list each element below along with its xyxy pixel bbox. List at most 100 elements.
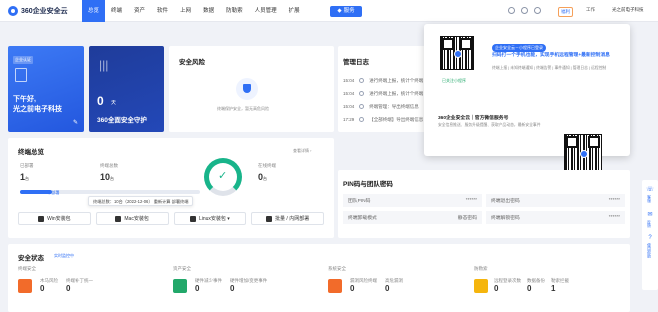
edit-icon[interactable]: ✎ — [73, 119, 78, 126]
log-dot-icon — [359, 104, 365, 109]
log-title: 管理日志 — [343, 59, 369, 66]
log-text: 进行终端上报，统计个终端 — [369, 90, 424, 96]
status-card: 安全状态 实时监控中 终端安全 木马风险 0 终端补丁统一 0 资产安全 硬件减少事… — [8, 244, 630, 312]
protect-days: 0 — [97, 94, 104, 108]
bell-icon[interactable] — [521, 7, 528, 14]
nav-item-software[interactable]: 软件 — [151, 0, 174, 22]
risk-status: 终端保护安全，暂无高危风险 — [217, 106, 269, 111]
pin-value[interactable]: ****** — [466, 198, 477, 203]
log-dot-icon — [359, 91, 365, 96]
nav-item-internet[interactable]: 上网 — [174, 0, 197, 22]
check-icon: ✓ — [218, 170, 228, 182]
nav-item-terminal[interactable]: 终端 — [105, 0, 128, 22]
nav-item-ransomware[interactable]: 防勒索 — [220, 0, 249, 22]
greeting-line1: 下午好, — [13, 96, 36, 103]
pin-row: 终端退出密码 ****** — [486, 194, 625, 207]
logo-text: 360企业安全云 — [21, 8, 68, 15]
toolbar-icons — [508, 7, 541, 14]
help-button[interactable]: ? 使用帮助 — [645, 235, 655, 258]
nav-item-extend[interactable]: 扩展 — [283, 0, 306, 22]
terminal-title: 终端总览 — [18, 149, 44, 156]
service-button[interactable]: ◆ 服务 — [330, 6, 362, 17]
pin-label: 终端退出密码 — [491, 199, 520, 204]
protect-unit: 天 — [111, 100, 117, 106]
status-group-terminal: 终端安全 木马风险 0 终端补丁统一 0 — [18, 266, 166, 293]
qr-popup: 企业安全云－小程序已登录 扫码打一个手机也能，实现手机远程管理+最新控制消息 终… — [424, 24, 630, 172]
side-label: 使用帮助 — [647, 243, 652, 259]
stat-unit: 台 — [25, 176, 30, 181]
greeting-card: 企业认证 下午好, 光之前电子科技 ✎ — [8, 46, 84, 132]
pin-value[interactable]: ****** — [609, 215, 620, 220]
welfare-badge[interactable]: 福利 — [558, 7, 573, 17]
pin-row: 终端解锁密码 ****** — [486, 211, 625, 224]
feedback-icon: ✉ — [647, 211, 653, 218]
item-value[interactable]: 1 — [551, 284, 569, 293]
qr2-desc: 安全信息推送、服务升级提醒、获取产品动态，最新安全事件 — [438, 123, 541, 127]
pin-title: PIN码与团队密码 — [343, 181, 393, 188]
installer-buttons: Win安装包 Mac安装包 Linux安装包 ▾ 批量 / 内网部署 — [18, 212, 324, 225]
item-value[interactable]: 0 — [66, 284, 93, 293]
stat-unit: 台 — [110, 176, 115, 181]
qr1-title: 扫码打一个手机也能，实现手机远程管理+最新控制消息 — [492, 53, 610, 58]
windows-icon — [38, 215, 45, 222]
qr1-tag: 企业安全云－小程序已登录 — [492, 44, 546, 52]
main-nav: 总览 终端 资产 软件 上网 数据 防勒索 人员管理 扩展 — [82, 0, 306, 22]
log-time: 17:29 — [343, 117, 355, 122]
win-installer-button[interactable]: Win安装包 — [18, 212, 91, 225]
nav-item-assets[interactable]: 资产 — [128, 0, 151, 22]
shield-ring — [236, 78, 258, 100]
linux-icon — [189, 215, 196, 222]
item-value[interactable]: 0 — [40, 284, 58, 293]
stat-label: 已部署 — [20, 163, 34, 168]
total-tooltip: 终端总数：10台（2022-12-06） 重新计算 部署终端 — [88, 196, 194, 206]
status-group-system: 系统安全 漏洞风险终端 0 高危漏洞 0 — [328, 266, 468, 293]
search-icon[interactable] — [508, 7, 515, 14]
log-time: 15:04 — [343, 78, 355, 83]
mac-installer-button[interactable]: Mac安装包 — [95, 212, 169, 225]
button-label: 批量 / 内网部署 — [275, 216, 310, 222]
settings-icon[interactable] — [534, 7, 541, 14]
group-name: 系统安全 — [328, 266, 346, 271]
app-logo[interactable]: 360企业安全云 — [8, 6, 68, 16]
nav-item-data[interactable]: 数据 — [197, 0, 220, 22]
item-value[interactable]: 0 — [527, 284, 545, 293]
soundwave-icon: ||| — [99, 58, 109, 72]
shield-icon — [243, 84, 251, 93]
service-icon: ◆ — [337, 8, 342, 14]
support-button[interactable]: ☏ 客服 — [645, 186, 655, 203]
pin-card: PIN码与团队密码 团队PIN码 ****** 终端退出密码 ****** 终端卸载… — [338, 170, 630, 238]
pin-value[interactable]: ****** — [609, 198, 620, 203]
log-text: 终端管理：导出终端信息 — [369, 103, 419, 109]
risk-title: 安全风险 — [179, 59, 205, 66]
pin-grid: 团队PIN码 ****** 终端退出密码 ****** 终端卸载模式 静态密码 终端解… — [343, 194, 625, 224]
status-group-assets: 资产安全 硬件减少事件 0 硬件增加/变更事件 0 — [173, 266, 321, 293]
status-sub: 实时监控中 — [54, 253, 74, 258]
log-text: 进行终端上报，统计个终端 — [369, 77, 424, 83]
terminal-more-link[interactable]: 查看详情 › — [293, 148, 311, 154]
item-value[interactable]: 0 — [385, 284, 403, 293]
item-value[interactable]: 0 — [195, 284, 222, 293]
side-label: 客服 — [647, 195, 652, 203]
group-name: 终端安全 — [18, 266, 36, 271]
stat-deployed: 已部署 1台 — [20, 163, 34, 182]
batch-deploy-button[interactable]: 批量 / 内网部署 — [251, 212, 324, 225]
online-gauge: ✓ — [204, 158, 242, 196]
feedback-button[interactable]: ✉ 反馈 — [645, 211, 655, 228]
item-value[interactable]: 0 — [230, 284, 267, 293]
user-menu[interactable]: 光之前电子科技 — [612, 7, 644, 13]
linux-installer-button[interactable]: Linux安装包 ▾ — [173, 212, 247, 225]
building-icon — [15, 68, 27, 82]
log-text: 【全部终端】导出终端信息 — [369, 116, 424, 122]
item-value[interactable]: 0 — [350, 284, 377, 293]
pin-value[interactable]: 静态密码 — [458, 214, 477, 221]
nav-item-overview[interactable]: 总览 — [82, 0, 106, 22]
nav-item-people[interactable]: 人员管理 — [249, 0, 283, 22]
terminal-security-icon — [18, 278, 32, 293]
stat-value: 10 — [100, 172, 111, 182]
deploy-icon — [266, 215, 273, 222]
workspace-link[interactable]: 工作 — [586, 7, 595, 13]
button-label: Linux安装包 ▾ — [198, 216, 230, 222]
item-value[interactable]: 0 — [494, 284, 521, 293]
deploy-progress — [20, 190, 200, 194]
asset-shield-icon — [173, 278, 187, 293]
